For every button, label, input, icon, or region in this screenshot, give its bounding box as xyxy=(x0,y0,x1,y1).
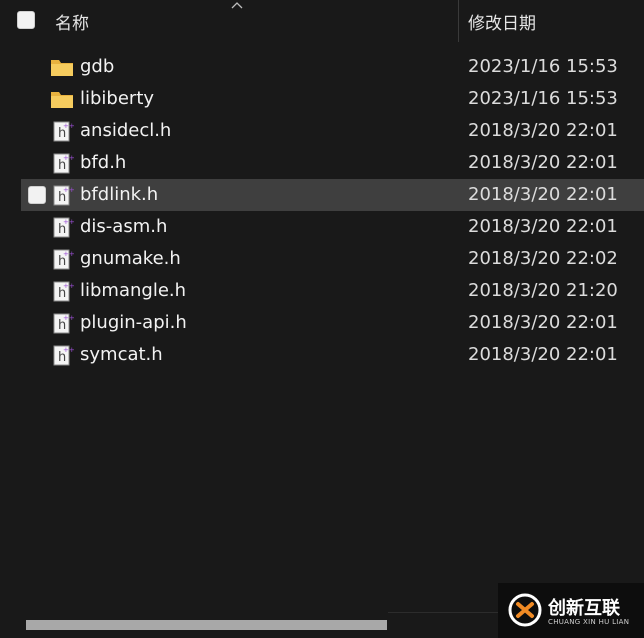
brand-logo-icon xyxy=(508,593,542,627)
file-row-selected[interactable]: h ++ bfdlink.h 2018/3/20 22:01 xyxy=(21,179,644,211)
h-file-icon: h ++ xyxy=(53,281,74,302)
column-header: 名称 修改日期 xyxy=(0,0,644,42)
file-row[interactable]: h ++ plugin-api.h 2018/3/20 22:01 xyxy=(21,307,644,339)
file-name[interactable]: symcat.h xyxy=(80,344,163,365)
file-row[interactable]: h ++ symcat.h 2018/3/20 22:01 xyxy=(21,339,644,371)
watermark-text-cn: 创新互联 xyxy=(548,598,620,619)
file-name[interactable]: gnumake.h xyxy=(80,248,181,269)
row-checkbox[interactable] xyxy=(28,186,46,204)
folder-icon xyxy=(51,92,73,108)
file-date-modified: 2018/3/20 22:01 xyxy=(468,312,618,333)
file-name[interactable]: bfdlink.h xyxy=(80,184,158,205)
file-name[interactable]: libiberty xyxy=(80,88,154,109)
file-date-modified: 2018/3/20 22:01 xyxy=(468,152,618,173)
svg-text:++: ++ xyxy=(63,282,74,290)
file-row[interactable]: h ++ ansidecl.h 2018/3/20 22:01 xyxy=(21,115,644,147)
file-row[interactable]: h ++ gnumake.h 2018/3/20 22:02 xyxy=(21,243,644,275)
folder-icon xyxy=(51,60,73,76)
h-file-icon: h ++ xyxy=(53,153,74,174)
scrollbar-track-line xyxy=(388,612,498,613)
h-file-icon: h ++ xyxy=(53,345,74,366)
column-header-name[interactable]: 名称 xyxy=(55,9,89,34)
svg-text:++: ++ xyxy=(63,186,74,194)
file-name[interactable]: libmangle.h xyxy=(80,280,186,301)
file-date-modified: 2023/1/16 15:53 xyxy=(468,56,618,77)
file-date-modified: 2018/3/20 22:02 xyxy=(468,248,618,269)
file-name[interactable]: bfd.h xyxy=(80,152,126,173)
svg-text:++: ++ xyxy=(63,250,74,258)
file-date-modified: 2018/3/20 22:01 xyxy=(468,120,618,141)
h-file-icon: h ++ xyxy=(53,217,74,238)
file-date-modified: 2018/3/20 21:20 xyxy=(468,280,618,301)
file-name[interactable]: gdb xyxy=(80,56,114,77)
file-row[interactable]: gdb 2023/1/16 15:53 xyxy=(21,51,644,83)
file-row[interactable]: h ++ bfd.h 2018/3/20 22:01 xyxy=(21,147,644,179)
sort-ascending-icon xyxy=(231,2,243,9)
h-file-icon: h ++ xyxy=(53,185,74,206)
file-name[interactable]: plugin-api.h xyxy=(80,312,187,333)
file-date-modified: 2018/3/20 22:01 xyxy=(468,216,618,237)
scrollbar-thumb[interactable] xyxy=(26,620,387,630)
h-file-icon: h ++ xyxy=(53,121,74,142)
svg-text:++: ++ xyxy=(63,346,74,354)
h-file-icon: h ++ xyxy=(53,313,74,334)
file-date-modified: 2018/3/20 22:01 xyxy=(468,344,618,365)
svg-text:++: ++ xyxy=(63,314,74,322)
watermark-text-en: CHUANG XIN HU LIAN xyxy=(548,618,630,626)
column-header-date-modified[interactable]: 修改日期 xyxy=(468,9,536,34)
watermark-logo: 创新互联 CHUANG XIN HU LIAN xyxy=(498,583,644,638)
file-name[interactable]: ansidecl.h xyxy=(80,120,171,141)
file-row[interactable]: h ++ libmangle.h 2018/3/20 21:20 xyxy=(21,275,644,307)
file-row[interactable]: libiberty 2023/1/16 15:53 xyxy=(21,83,644,115)
file-date-modified: 2023/1/16 15:53 xyxy=(468,88,618,109)
h-file-icon: h ++ xyxy=(53,249,74,270)
file-date-modified: 2018/3/20 22:01 xyxy=(468,184,618,205)
file-name[interactable]: dis-asm.h xyxy=(80,216,167,237)
svg-text:++: ++ xyxy=(63,122,74,130)
select-all-checkbox[interactable] xyxy=(17,11,35,29)
svg-text:++: ++ xyxy=(63,154,74,162)
column-divider[interactable] xyxy=(458,0,459,42)
file-row[interactable]: h ++ dis-asm.h 2018/3/20 22:01 xyxy=(21,211,644,243)
svg-text:++: ++ xyxy=(63,218,74,226)
